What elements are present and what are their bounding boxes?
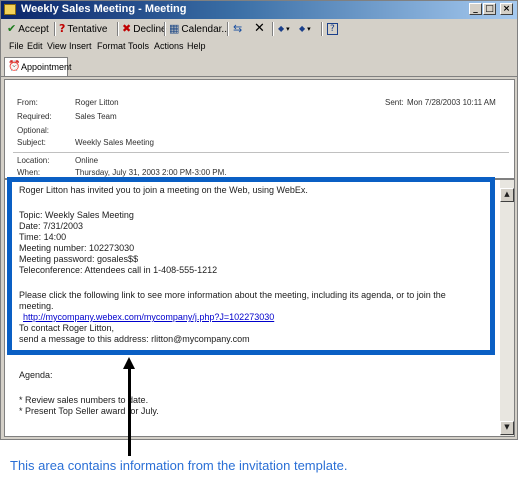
when-label: When: xyxy=(17,168,41,177)
reply-icon: ⇆ xyxy=(233,22,243,35)
body-info-line2: meeting. xyxy=(19,301,54,311)
question-icon: ? xyxy=(59,22,66,35)
message-body[interactable]: Roger Litton has invited you to join a m… xyxy=(4,179,515,437)
menu-insert[interactable]: Insert xyxy=(69,41,92,51)
maximize-button[interactable]: □ xyxy=(483,3,496,15)
body-meeting-number: Meeting number: 102273030 xyxy=(19,243,135,253)
window-title: Weekly Sales Meeting - Meeting xyxy=(21,3,187,15)
decline-x-icon: ✖ xyxy=(122,22,132,35)
tentative-label: Tentative xyxy=(67,24,108,35)
tab-appointment-label: Appointment xyxy=(21,62,72,72)
menu-tools[interactable]: Tools xyxy=(128,41,149,51)
required-label: Required: xyxy=(17,112,52,121)
reply-button[interactable]: ⇆ xyxy=(233,21,244,37)
previous-item-button[interactable]: ◆ ▾ xyxy=(278,21,290,37)
scroll-down-button[interactable]: ▼ xyxy=(500,421,514,435)
dropdown-icon: ▾ xyxy=(307,26,311,33)
delete-button[interactable]: ✕ xyxy=(254,21,267,37)
next-arrow-icon: ◆ xyxy=(299,24,306,33)
checkmark-icon: ✔ xyxy=(7,22,17,35)
callout-caption: This area contains information from the … xyxy=(10,458,348,473)
subject-value: Weekly Sales Meeting xyxy=(75,138,154,147)
menu-view[interactable]: View xyxy=(47,41,66,51)
location-value: Online xyxy=(75,156,99,165)
body-contact: To contact Roger Litton, xyxy=(19,323,115,333)
calendar-button[interactable]: ▦ Calendar... xyxy=(169,21,230,37)
minimize-button[interactable]: _ xyxy=(469,3,482,15)
message-header: From: Roger Litton Sent: Mon 7/28/2003 1… xyxy=(4,79,515,179)
subject-label: Subject: xyxy=(17,138,46,147)
menu-bar: File Edit View Insert Format Tools Actio… xyxy=(1,39,517,55)
optional-label: Optional: xyxy=(17,126,50,135)
accept-button[interactable]: ✔ Accept xyxy=(7,21,49,37)
when-value: Thursday, July 31, 2003 2:00 PM-3:00 PM. xyxy=(75,168,227,177)
meeting-link[interactable]: http://mycompany.webex.com/mycompany/j.p… xyxy=(23,312,274,322)
body-topic: Topic: Weekly Sales Meeting xyxy=(19,210,134,220)
previous-arrow-icon: ◆ xyxy=(278,24,285,33)
scroll-up-button[interactable]: ▲ xyxy=(500,188,514,202)
close-button[interactable]: × xyxy=(500,3,513,15)
agenda-item-2: * Present Top Seller award for July. xyxy=(19,406,159,416)
dropdown-icon: ▾ xyxy=(286,26,290,33)
body-send-address: send a message to this address: rlitton@… xyxy=(19,334,250,344)
vertical-scrollbar[interactable]: ▲ ▼ xyxy=(500,180,514,436)
body-time: Time: 14:00 xyxy=(19,232,67,242)
appointment-icon: ⏰ xyxy=(8,61,21,72)
body-agenda: Agenda: xyxy=(19,370,53,380)
title-bar: Weekly Sales Meeting - Meeting _ □ × xyxy=(1,1,517,19)
body-intro: Roger Litton has invited you to join a m… xyxy=(19,185,308,195)
menu-format[interactable]: Format xyxy=(97,41,126,51)
decline-label: Decline xyxy=(133,24,167,35)
sent-label: Sent: xyxy=(385,98,404,107)
menu-help[interactable]: Help xyxy=(187,41,206,51)
help-icon: ? xyxy=(327,23,338,35)
meeting-window: Weekly Sales Meeting - Meeting _ □ × ✔ Ac… xyxy=(0,0,518,440)
help-button[interactable]: ? xyxy=(327,21,340,37)
calendar-icon: ▦ xyxy=(169,22,180,35)
decline-button[interactable]: ✖ Decline xyxy=(122,21,167,37)
body-teleconference: Teleconference: Attendees call in 1-408-… xyxy=(19,265,218,275)
menu-file[interactable]: File xyxy=(9,41,24,51)
tab-appointment[interactable]: ⏰ Appointment xyxy=(4,57,72,76)
body-meeting-password: Meeting password: gosales$$ xyxy=(19,254,139,264)
sent-value: Mon 7/28/2003 10:11 AM xyxy=(407,98,496,107)
location-label: Location: xyxy=(17,156,50,165)
tentative-button[interactable]: ? Tentative xyxy=(59,21,107,37)
from-value: Roger Litton xyxy=(75,98,119,107)
menu-actions[interactable]: Actions xyxy=(154,41,184,51)
next-item-button[interactable]: ◆ ▾ xyxy=(299,21,311,37)
required-value: Sales Team xyxy=(75,112,117,121)
meeting-app-icon xyxy=(4,4,16,15)
toolbar: ✔ Accept ? Tentative ✖ Decline ▦ Calendar...… xyxy=(1,19,517,40)
body-info-line1: Please click the following link to see m… xyxy=(19,290,446,300)
calendar-label: Calendar... xyxy=(181,24,230,35)
body-date: Date: 7/31/2003 xyxy=(19,221,84,231)
delete-icon: ✕ xyxy=(254,21,265,36)
accept-label: Accept xyxy=(18,24,49,35)
from-label: From: xyxy=(17,98,38,107)
callout-arrow-shaft xyxy=(128,368,131,456)
menu-edit[interactable]: Edit xyxy=(27,41,43,51)
tab-strip: ⏰ Appointment xyxy=(1,56,517,77)
